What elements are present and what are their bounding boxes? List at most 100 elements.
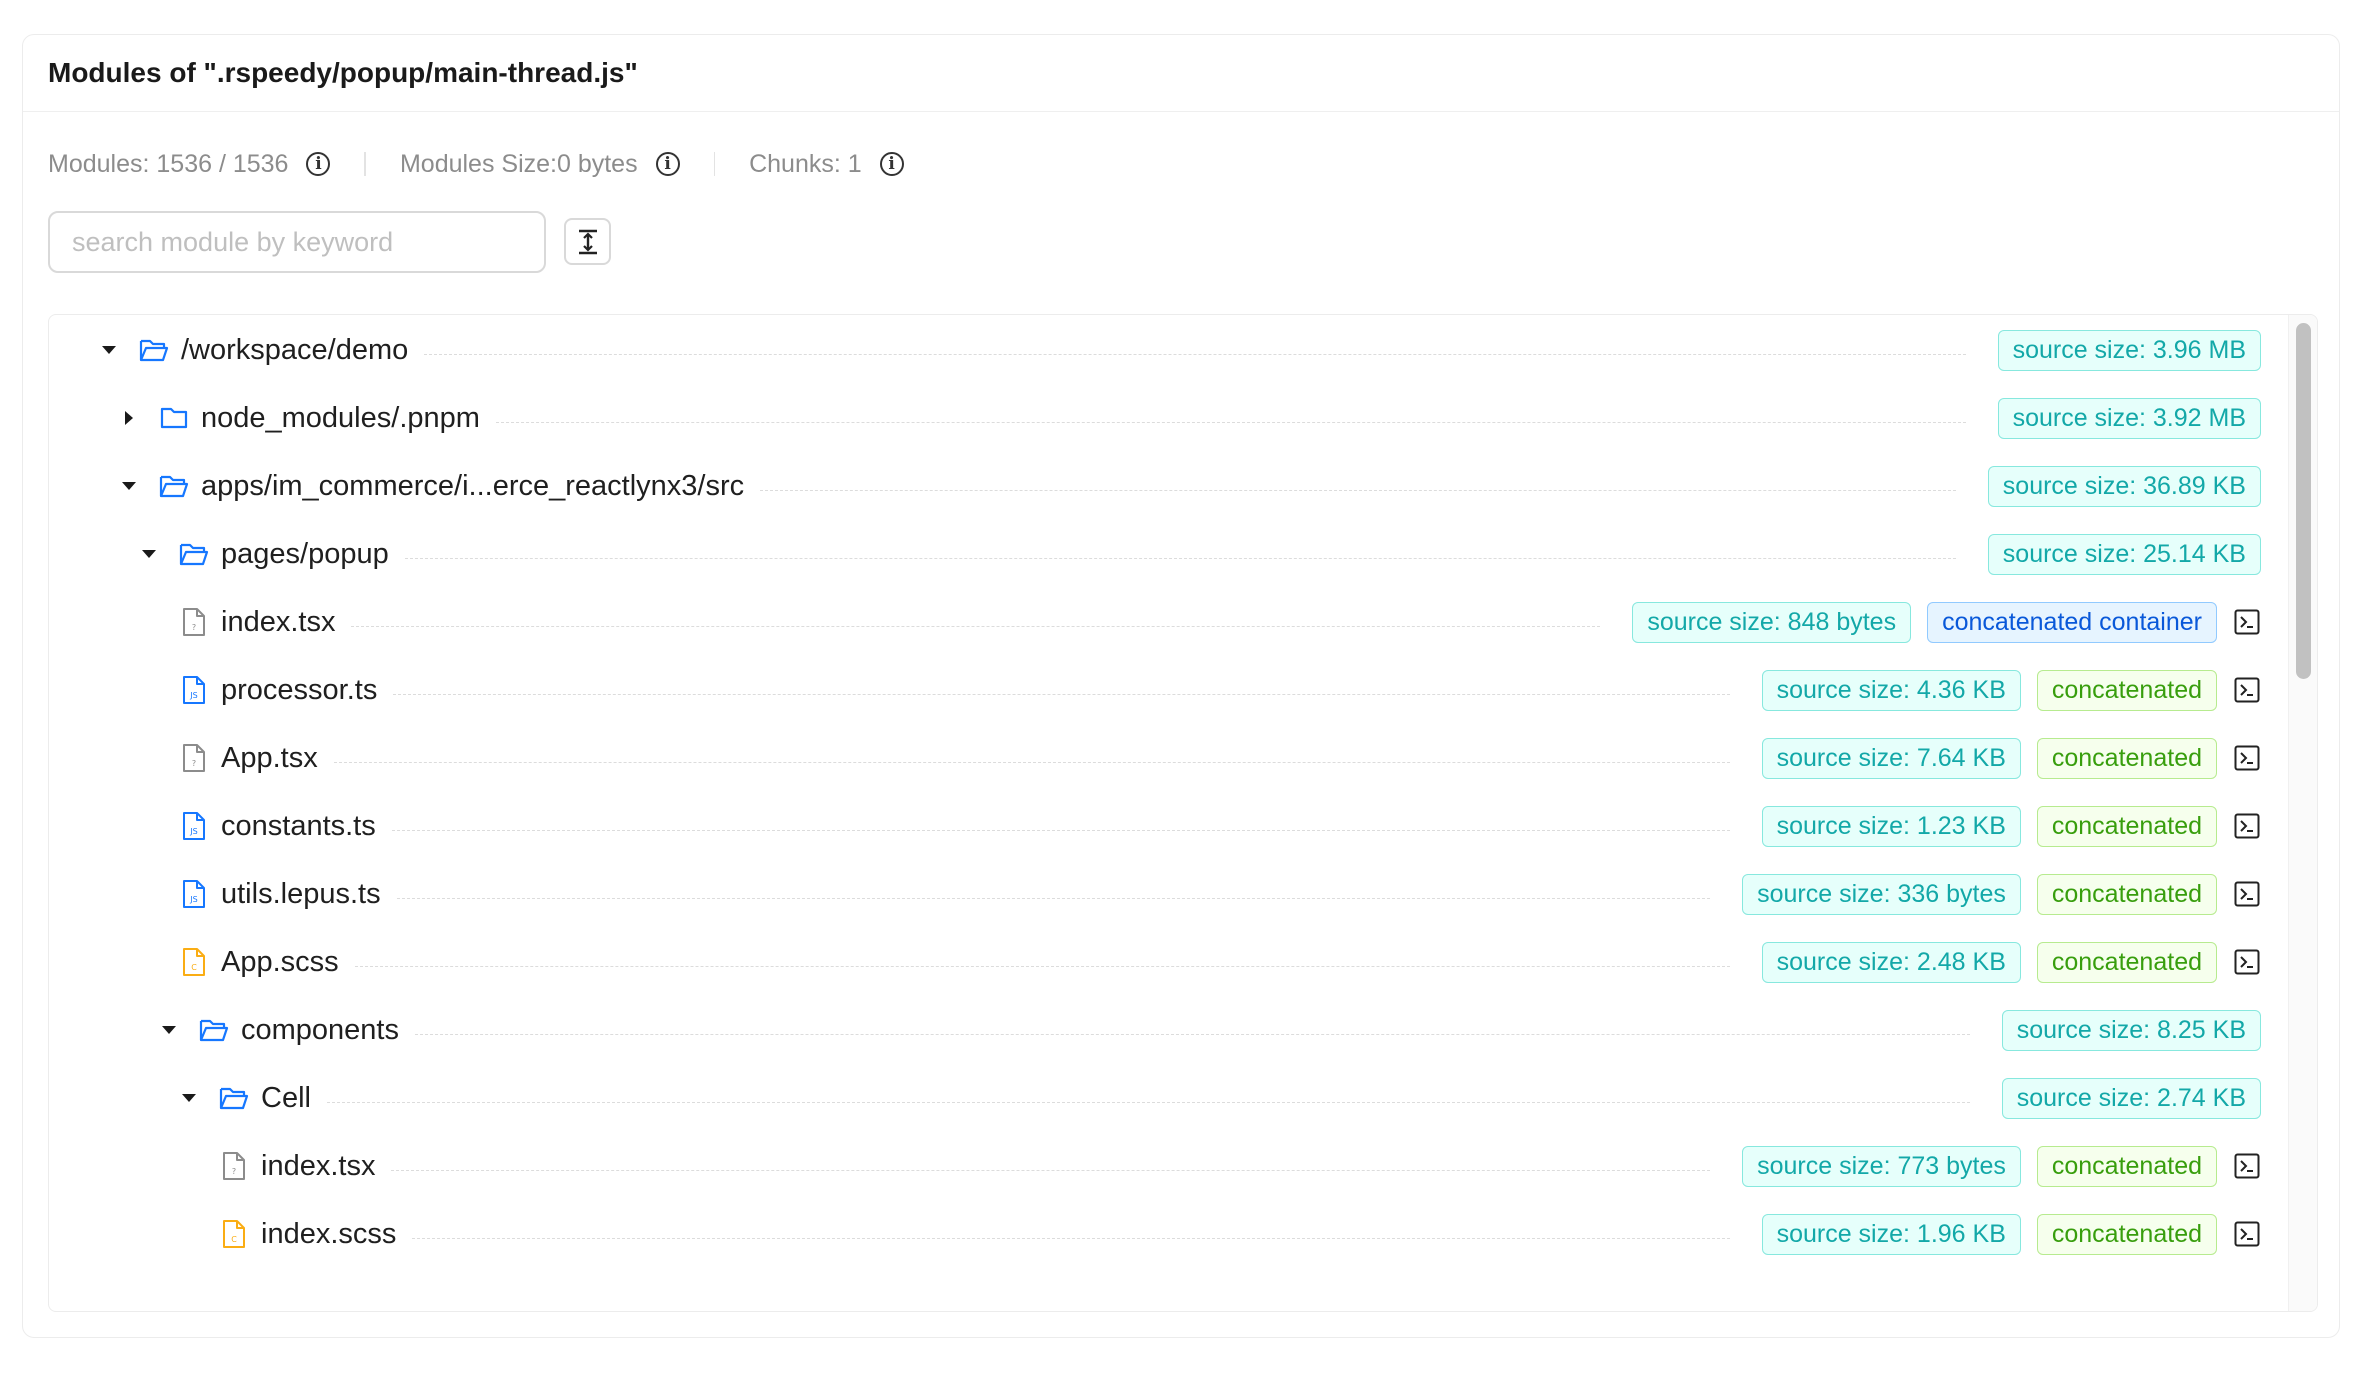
caret-down-icon[interactable] — [179, 1088, 199, 1108]
concatenated-tag: concatenated — [2036, 1213, 2217, 1255]
chunks-label: Chunks: 1 — [749, 149, 862, 178]
unknown-file-icon: ? — [179, 607, 209, 637]
terminal-icon[interactable] — [2233, 676, 2261, 704]
module-tree[interactable]: /workspace/demo source size: 3.96 MB node_… — [48, 314, 2318, 1312]
folder-open-icon — [179, 539, 209, 569]
terminal-icon[interactable] — [2233, 744, 2261, 772]
tree-node-label[interactable]: /workspace/demo — [181, 334, 408, 367]
source-size-tag: source size: 36.89 KB — [1987, 465, 2261, 507]
tree-node-label[interactable]: App.scss — [221, 946, 339, 979]
caret-right-icon[interactable] — [119, 408, 139, 428]
dashed-leader — [391, 829, 1730, 831]
concatenated-container-tag: concatenated container — [1927, 601, 2217, 643]
css-file-icon: C — [179, 947, 209, 977]
tree-file-row[interactable]: ? App.tsx source size: 7.64 KB concatenated — [49, 724, 2261, 792]
folder-open-icon — [219, 1083, 249, 1113]
tree-file-row[interactable]: C App.scss source size: 2.48 KB concatenate… — [49, 928, 2261, 996]
tree-folder-row[interactable]: pages/popup source size: 25.14 KB — [49, 520, 2261, 588]
concatenated-tag: concatenated — [2036, 941, 2217, 983]
css-file-icon: C — [219, 1219, 249, 1249]
terminal-icon[interactable] — [2233, 1220, 2261, 1248]
source-size-tag: source size: 4.36 KB — [1761, 669, 2021, 711]
svg-text:?: ? — [192, 759, 196, 768]
tree-node-label[interactable]: index.tsx — [261, 1150, 375, 1183]
scrollbar-thumb[interactable] — [2296, 323, 2311, 679]
tree-node-label[interactable]: pages/popup — [221, 538, 389, 571]
source-size-tag: source size: 7.64 KB — [1761, 737, 2021, 779]
js-file-icon: JS — [179, 811, 209, 841]
source-size-tag: source size: 1.23 KB — [1761, 805, 2021, 847]
folder-open-icon — [139, 335, 169, 365]
dashed-leader — [326, 1101, 1970, 1103]
dashed-leader — [412, 1237, 1730, 1239]
terminal-icon[interactable] — [2233, 812, 2261, 840]
tree-node-label[interactable]: index.scss — [261, 1218, 396, 1251]
tree-node-label[interactable]: processor.ts — [221, 674, 377, 707]
tree-folder-row[interactable]: node_modules/.pnpm source size: 3.92 MB — [49, 384, 2261, 452]
tree-node-label[interactable]: App.tsx — [221, 742, 318, 775]
modules-size-label: Modules Size:0 bytes — [399, 149, 638, 178]
source-size-tag: source size: 25.14 KB — [1987, 533, 2261, 575]
tree-file-row[interactable]: JS utils.lepus.ts source size: 336 bytes co… — [49, 860, 2261, 928]
tree-node-label[interactable]: components — [241, 1014, 399, 1047]
concatenated-tag: concatenated — [2036, 1145, 2217, 1187]
card-header: Modules of ".rspeedy/popup/main-thread.j… — [23, 35, 2339, 112]
dashed-leader — [424, 353, 1966, 355]
dashed-leader — [351, 625, 1601, 627]
expand-all-icon — [578, 229, 597, 254]
info-icon[interactable]: i — [879, 152, 904, 176]
source-size-tag: source size: 8.25 KB — [2001, 1009, 2261, 1051]
tree-folder-row[interactable]: /workspace/demo source size: 3.96 MB — [49, 316, 2261, 384]
tree-node-label[interactable]: utils.lepus.ts — [221, 878, 381, 911]
tree-file-row[interactable]: JS constants.ts source size: 1.23 KB concat… — [49, 792, 2261, 860]
expand-all-button[interactable] — [564, 218, 611, 265]
svg-text:?: ? — [192, 623, 196, 632]
dashed-leader — [396, 897, 1711, 899]
js-file-icon: JS — [179, 879, 209, 909]
concatenated-tag: concatenated — [2036, 873, 2217, 915]
tree-folder-row[interactable]: Cell source size: 2.74 KB — [49, 1064, 2261, 1132]
caret-down-icon[interactable] — [99, 340, 119, 360]
svg-text:JS: JS — [189, 827, 197, 836]
chunks-stat: Chunks: 1 i — [749, 150, 904, 179]
unknown-file-icon: ? — [179, 743, 209, 773]
terminal-icon[interactable] — [2233, 948, 2261, 976]
concatenated-tag: concatenated — [2036, 669, 2217, 711]
terminal-icon[interactable] — [2233, 608, 2261, 636]
concatenated-tag: concatenated — [2036, 737, 2217, 779]
tree-node-label[interactable]: constants.ts — [221, 810, 376, 843]
tree-node-label[interactable]: apps/im_commerce/i...erce_reactlynx3/src — [201, 470, 744, 503]
dashed-leader — [333, 761, 1730, 763]
source-size-tag: source size: 2.74 KB — [2001, 1077, 2261, 1119]
dashed-leader — [495, 421, 1966, 423]
tree-file-row[interactable]: JS processor.ts source size: 4.36 KB concat… — [49, 656, 2261, 724]
search-input[interactable] — [48, 211, 546, 273]
modules-size-stat: Modules Size:0 bytes i — [400, 150, 680, 179]
concatenated-tag: concatenated — [2036, 805, 2217, 847]
terminal-icon[interactable] — [2233, 1152, 2261, 1180]
source-size-tag: source size: 848 bytes — [1632, 601, 1912, 643]
tree-folder-row[interactable]: apps/im_commerce/i...erce_reactlynx3/src… — [49, 452, 2261, 520]
caret-down-icon[interactable] — [119, 476, 139, 496]
source-size-tag: source size: 3.92 MB — [1997, 397, 2261, 439]
tree-file-row[interactable]: Cindex.scss source size: 1.96 KB concatena… — [49, 1200, 2261, 1268]
info-icon[interactable]: i — [306, 152, 331, 176]
caret-down-icon[interactable] — [159, 1020, 179, 1040]
terminal-icon[interactable] — [2233, 880, 2261, 908]
tree-node-label[interactable]: node_modules/.pnpm — [201, 402, 480, 435]
svg-text:C: C — [231, 1235, 237, 1244]
tree-file-row[interactable]: ? index.tsx source size: 848 bytes concaten… — [49, 588, 2261, 656]
stats-bar: Modules: 1536 / 1536 i Modules Size:0 by… — [48, 139, 904, 189]
js-file-icon: JS — [179, 675, 209, 705]
caret-down-icon[interactable] — [139, 544, 159, 564]
info-icon[interactable]: i — [655, 152, 680, 176]
tree-folder-row[interactable]: components source size: 8.25 KB — [49, 996, 2261, 1064]
tree-node-label[interactable]: index.tsx — [221, 606, 335, 639]
scrollbar[interactable] — [2288, 315, 2317, 1311]
tree-node-label[interactable]: Cell — [261, 1082, 311, 1115]
tree-file-row[interactable]: ? index.tsx source size: 773 bytes concaten… — [49, 1132, 2261, 1200]
folder-open-icon — [199, 1015, 229, 1045]
dashed-leader — [354, 965, 1730, 967]
svg-text:C: C — [191, 963, 197, 972]
dashed-leader — [393, 693, 1730, 695]
